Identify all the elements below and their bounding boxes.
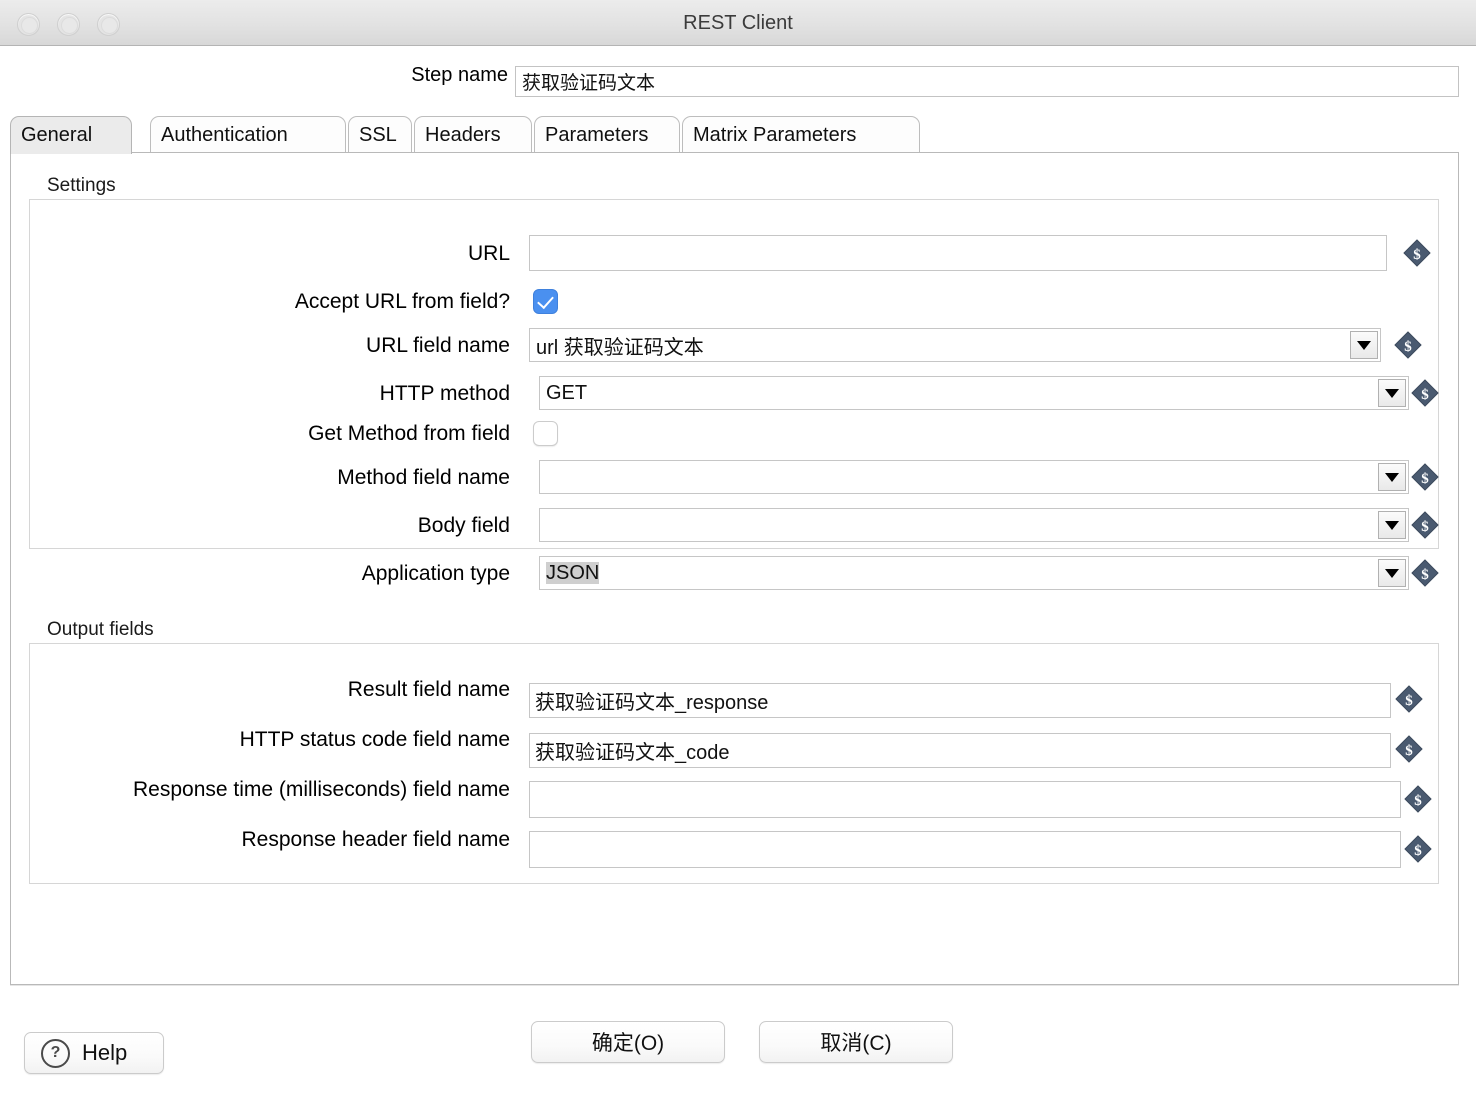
tab-parameters[interactable]: Parameters <box>534 116 680 154</box>
question-mark-icon: ? <box>41 1038 70 1068</box>
result-field-name-label: Result field name <box>347 678 510 701</box>
dollar-diamond-icon[interactable]: $ <box>1394 331 1422 359</box>
tab-headers[interactable]: Headers <box>414 116 532 154</box>
chevron-down-icon[interactable] <box>1378 511 1406 539</box>
dollar-diamond-icon[interactable]: $ <box>1411 559 1439 587</box>
tab-parameters-label: Parameters <box>545 124 649 146</box>
ok-button[interactable]: 确定(O) <box>531 1021 725 1063</box>
body-field-label: Body field <box>417 514 510 537</box>
application-type-combo[interactable]: JSON <box>539 556 1409 590</box>
dollar-diamond-icon[interactable]: $ <box>1404 785 1432 813</box>
svg-text:$: $ <box>1414 843 1422 859</box>
tab-content-panel: Settings URL $ Accept URL from field? UR… <box>10 152 1459 985</box>
tab-bar: General Authentication SSL Headers Param… <box>10 116 1459 154</box>
svg-text:$: $ <box>1405 743 1413 759</box>
tab-matrix-parameters-label: Matrix Parameters <box>693 124 857 146</box>
method-field-name-combo[interactable] <box>539 460 1409 494</box>
step-name-label: Step name <box>411 64 508 86</box>
dollar-diamond-icon[interactable]: $ <box>1404 835 1432 863</box>
svg-text:$: $ <box>1413 247 1421 263</box>
svg-text:$: $ <box>1421 519 1429 535</box>
http-status-code-field-name-input[interactable] <box>529 733 1391 768</box>
body-field-combo[interactable] <box>539 508 1409 542</box>
application-type-label: Application type <box>361 562 510 585</box>
url-input[interactable] <box>529 235 1387 271</box>
svg-text:$: $ <box>1414 793 1422 809</box>
tab-general[interactable]: General <box>10 116 132 154</box>
chevron-down-glyph <box>1385 520 1399 530</box>
help-button[interactable]: ? Help <box>24 1032 164 1074</box>
chevron-down-icon[interactable] <box>1378 379 1406 407</box>
dollar-diamond-icon[interactable]: $ <box>1395 685 1423 713</box>
dollar-diamond-icon[interactable]: $ <box>1395 735 1423 763</box>
window-title: REST Client <box>683 12 793 34</box>
cancel-button[interactable]: 取消(C) <box>759 1021 953 1063</box>
ok-button-label: 确定(O) <box>591 1032 665 1055</box>
cancel-button-label: 取消(C) <box>820 1032 892 1055</box>
dollar-diamond-icon[interactable]: $ <box>1411 511 1439 539</box>
http-method-combo[interactable]: GET <box>539 376 1409 410</box>
tab-matrix-parameters[interactable]: Matrix Parameters <box>682 116 920 154</box>
http-status-code-field-name-label: HTTP status code field name <box>239 728 510 751</box>
result-field-name-input[interactable] <box>529 683 1391 718</box>
step-name-row: Step name <box>0 46 1476 106</box>
method-field-name-label: Method field name <box>337 466 510 489</box>
settings-group-label: Settings <box>47 175 116 196</box>
chevron-down-glyph <box>1357 340 1371 350</box>
dollar-diamond-icon[interactable]: $ <box>1411 379 1439 407</box>
http-method-value: GET <box>546 381 588 404</box>
accept-url-from-field-checkbox[interactable] <box>533 289 558 314</box>
application-type-value-wrap: JSON <box>540 561 600 585</box>
get-method-from-field-label: Get Method from field <box>308 422 510 445</box>
dollar-diamond-icon[interactable]: $ <box>1403 239 1431 267</box>
tab-ssl-label: SSL <box>359 124 397 146</box>
url-label: URL <box>467 242 510 265</box>
tab-headers-label: Headers <box>425 124 501 146</box>
svg-text:$: $ <box>1405 693 1413 709</box>
output-fields-group-label: Output fields <box>47 619 154 640</box>
svg-text:$: $ <box>1404 339 1412 355</box>
tab-authentication[interactable]: Authentication <box>150 116 346 154</box>
chevron-down-icon[interactable] <box>1378 463 1406 491</box>
application-type-value: JSON <box>546 561 600 584</box>
chevron-down-glyph <box>1385 388 1399 398</box>
step-name-input[interactable] <box>515 66 1459 97</box>
tab-ssl[interactable]: SSL <box>348 116 412 154</box>
dollar-diamond-icon[interactable]: $ <box>1411 463 1439 491</box>
chevron-down-glyph <box>1385 472 1399 482</box>
checkmark-icon <box>537 291 554 310</box>
response-time-field-name-label: Response time (milliseconds) field name <box>133 778 510 801</box>
svg-text:$: $ <box>1421 387 1429 403</box>
window-titlebar: REST Client <box>0 0 1476 46</box>
tab-authentication-label: Authentication <box>161 124 288 146</box>
url-field-name-combo[interactable]: url 获取验证码文本 <box>529 328 1381 362</box>
chevron-down-icon[interactable] <box>1378 559 1406 587</box>
help-button-label: Help <box>82 1040 128 1065</box>
response-header-field-name-label: Response header field name <box>241 828 510 851</box>
get-method-from-field-checkbox[interactable] <box>533 421 558 446</box>
url-field-name-value: url 获取验证码文本 <box>536 336 704 359</box>
response-header-field-name-input[interactable] <box>529 831 1401 868</box>
svg-text:$: $ <box>1421 471 1429 487</box>
chevron-down-icon[interactable] <box>1350 331 1378 359</box>
response-time-field-name-input[interactable] <box>529 781 1401 818</box>
url-field-name-label: URL field name <box>366 334 510 357</box>
accept-url-from-field-label: Accept URL from field? <box>294 290 510 313</box>
svg-text:$: $ <box>1421 567 1429 583</box>
chevron-down-glyph <box>1385 568 1399 578</box>
tab-general-label: General <box>21 124 93 146</box>
http-method-label: HTTP method <box>379 382 510 405</box>
